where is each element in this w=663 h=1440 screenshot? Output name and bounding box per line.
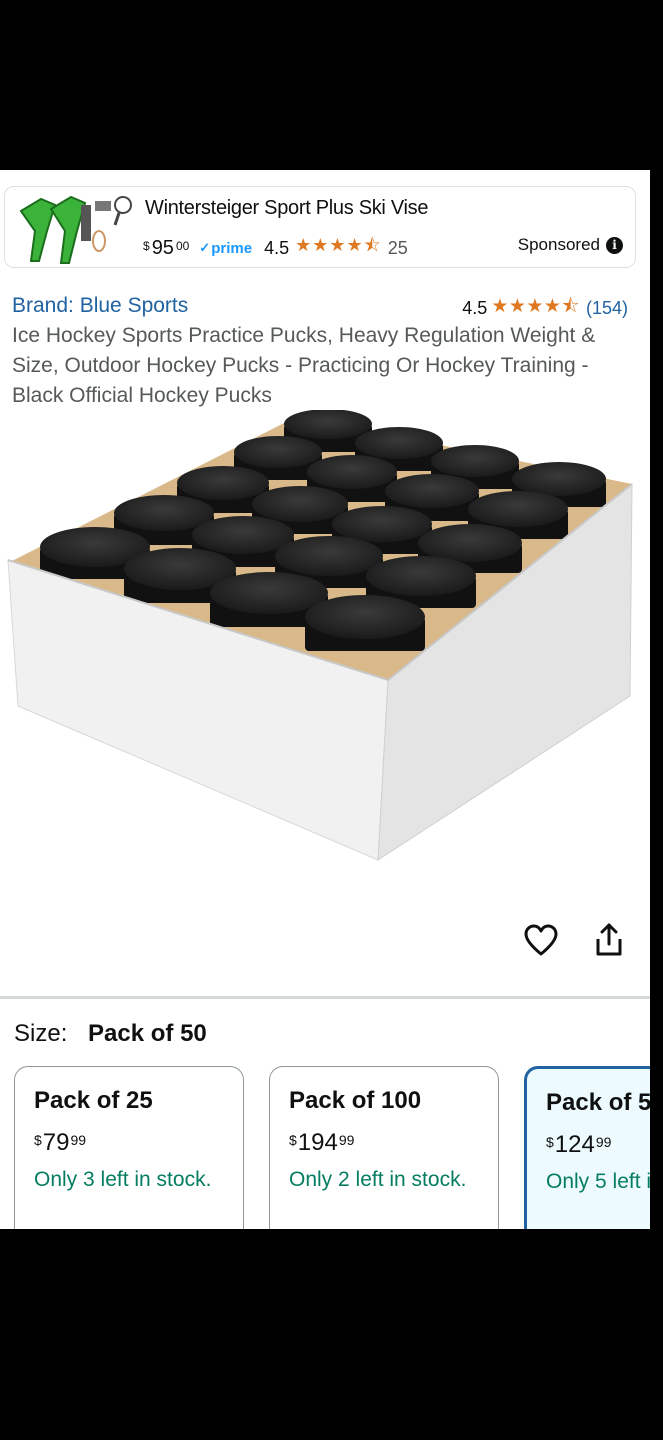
size-option-pack-of-50[interactable]: Pack of 50 $ 124 99 Only 5 left in stock… <box>524 1066 650 1229</box>
price-cents: 99 <box>338 1132 355 1148</box>
price-whole: 79 <box>42 1129 70 1156</box>
size-label: Size: <box>14 1020 68 1047</box>
price-currency: $ <box>546 1134 554 1150</box>
product-title: Ice Hockey Sports Practice Pucks, Heavy … <box>12 324 596 407</box>
stock-status: Only 2 left in stock. <box>289 1168 467 1191</box>
price-cents: 99 <box>70 1132 87 1148</box>
info-icon[interactable]: i <box>606 236 623 254</box>
size-option-price: $ 194 99 <box>289 1129 354 1157</box>
price-currency: $ <box>289 1132 297 1148</box>
prime-check-icon: ✓ <box>199 240 211 255</box>
price-whole: 124 <box>554 1131 595 1158</box>
ad-title[interactable]: Wintersteiger Sport Plus Ski Vise <box>145 197 428 220</box>
selected-size: Pack of 50 <box>88 1020 207 1047</box>
heart-icon[interactable] <box>524 924 558 958</box>
size-option-name: Pack of 25 <box>34 1087 153 1114</box>
size-option-price: $ 124 99 <box>546 1131 611 1159</box>
size-selector-label: Size: Pack of 50 <box>14 1020 207 1048</box>
stock-status: Only 3 left in stock. <box>34 1168 212 1191</box>
product-image[interactable] <box>0 410 650 880</box>
sponsored-text: Sponsored <box>517 235 600 254</box>
size-option-name: Pack of 50 <box>546 1089 650 1116</box>
ad-price: $ 95 00 <box>143 237 189 260</box>
review-count-link[interactable]: (154) <box>586 298 628 319</box>
stock-status: Only 5 left in stock. <box>546 1170 650 1193</box>
ad-price-cents: 00 <box>175 238 190 253</box>
ski-vise-thumbnail <box>19 195 132 264</box>
ad-star-rating: ★★★★⯪ <box>295 235 382 255</box>
ad-price-whole: 95 <box>151 236 174 259</box>
sponsored-label[interactable]: Sponsored i <box>518 235 623 255</box>
section-divider <box>0 996 650 999</box>
size-option-pack-of-25[interactable]: Pack of 25 $ 79 99 Only 3 left in stock. <box>14 1066 244 1229</box>
prime-badge: ✓ prime <box>199 240 252 257</box>
rating-value: 4.5 <box>462 297 488 318</box>
product-rating[interactable]: 4.5 ★★★★⯪ (154) <box>462 292 628 324</box>
price-whole: 194 <box>297 1129 338 1156</box>
price-cents: 99 <box>595 1134 612 1150</box>
ad-details-row: $ 95 00 ✓ prime 4.5 ★★★★⯪ 25 <box>143 233 408 263</box>
share-icon[interactable] <box>592 922 626 958</box>
ad-price-currency: $ <box>143 238 150 253</box>
ad-review-count: 25 <box>387 237 408 258</box>
size-option-price: $ 79 99 <box>34 1129 86 1157</box>
product-screen: Wintersteiger Sport Plus Ski Vise $ 95 0… <box>0 170 650 1229</box>
sponsored-ad-banner[interactable]: Wintersteiger Sport Plus Ski Vise $ 95 0… <box>4 186 636 268</box>
ad-rating-value: 4.5 <box>264 237 290 258</box>
star-rating: ★★★★⯪ <box>491 296 580 317</box>
size-option-pack-of-100[interactable]: Pack of 100 $ 194 99 Only 2 left in stoc… <box>269 1066 499 1229</box>
size-option-name: Pack of 100 <box>289 1087 422 1114</box>
prime-label: prime <box>211 239 253 257</box>
brand-link[interactable]: Brand: Blue Sports <box>12 294 188 318</box>
price-currency: $ <box>34 1132 42 1148</box>
